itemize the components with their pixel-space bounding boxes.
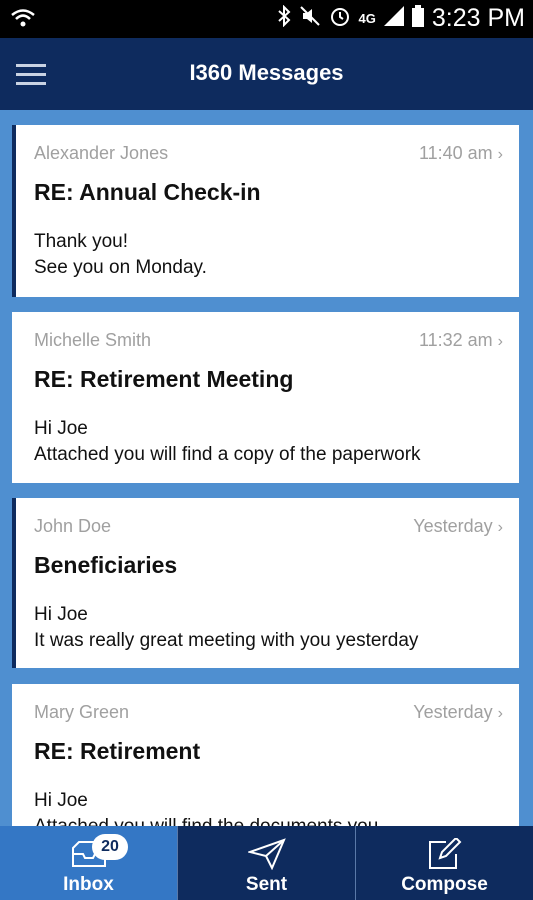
battery-icon [411, 5, 424, 32]
chevron-right-icon: › [497, 333, 503, 350]
message-item[interactable]: Mary Green Yesterday › RE: Retirement Hi … [12, 684, 519, 826]
alarm-icon [329, 5, 351, 32]
tab-label: Inbox [63, 874, 114, 895]
message-subject: RE: Annual Check-in [34, 179, 261, 205]
message-time: 11:40 am › [418, 143, 503, 163]
message-subject: RE: Retirement [34, 738, 201, 764]
message-subject: RE: Retirement Meeting [34, 366, 294, 392]
message-sender: John Doe [34, 516, 112, 536]
tab-label: Sent [245, 874, 288, 895]
message-subject: Beneficiaries [34, 552, 178, 578]
message-list[interactable]: Alexander Jones 11:40 am › RE: Annual Che… [0, 110, 533, 826]
unread-count-badge: 20 [92, 834, 128, 860]
compose-icon [426, 836, 464, 875]
message-time: Yesterday › [413, 702, 503, 722]
status-bar: 4G 3:23 PM [0, 0, 533, 38]
signal-icon [383, 6, 404, 31]
network-type: 4G [358, 11, 376, 26]
tab-sent[interactable]: Sent [178, 826, 356, 900]
message-item[interactable]: Alexander Jones 11:40 am › RE: Annual Che… [12, 125, 519, 297]
tab-bar: 20 Inbox Sent Compose [0, 826, 533, 900]
paper-plane-icon [246, 838, 286, 875]
bluetooth-icon [277, 4, 291, 32]
page-title: I360 Messages [189, 60, 344, 85]
tab-label: Compose [401, 874, 488, 895]
mute-icon [299, 5, 321, 32]
message-time: 11:32 am › [418, 330, 503, 350]
message-sender: Michelle Smith [34, 330, 152, 350]
message-preview: Thank you! See you on Monday. [34, 231, 207, 278]
clock: 3:23 PM [431, 4, 525, 32]
chevron-right-icon: › [497, 146, 503, 163]
message-item[interactable]: John Doe Yesterday › Beneficiaries Hi Joe… [12, 498, 519, 668]
chevron-right-icon: › [497, 519, 503, 536]
tab-compose[interactable]: Compose [356, 826, 533, 900]
message-time: Yesterday › [413, 516, 503, 536]
message-sender: Alexander Jones [34, 143, 169, 163]
message-preview: Hi Joe Attached you will find the docume… [34, 790, 378, 826]
message-item[interactable]: Michelle Smith 11:32 am › RE: Retirement … [12, 312, 519, 483]
app-bar: I360 Messages [0, 38, 533, 110]
message-preview: Hi Joe Attached you will find a copy of … [34, 418, 421, 465]
message-sender: Mary Green [34, 702, 130, 722]
chevron-right-icon: › [497, 705, 503, 722]
message-preview: Hi Joe It was really great meeting with … [34, 604, 419, 651]
tab-inbox[interactable]: 20 Inbox [0, 826, 178, 900]
wifi-icon [10, 6, 36, 35]
